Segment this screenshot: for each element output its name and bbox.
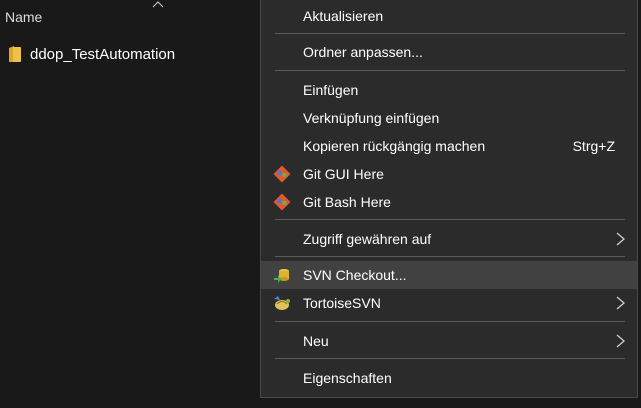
menu-item-git-bash-here[interactable]: Git Bash Here: [261, 188, 637, 216]
menu-item-label: SVN Checkout...: [303, 267, 407, 283]
menu-item-label: Zugriff gewähren auf: [303, 231, 432, 247]
column-header-name: Name: [5, 9, 43, 25]
menu-separator: [275, 70, 625, 71]
menu-separator: [275, 219, 625, 220]
menu-item-label: Ordner anpassen...: [303, 44, 423, 60]
menu-item-einfuegen[interactable]: Einfügen: [261, 76, 637, 104]
menu-item-label: Verknüpfung einfügen: [303, 110, 440, 126]
svn-checkout-icon: [274, 269, 289, 283]
menu-separator: [275, 256, 625, 257]
column-header[interactable]: Name: [0, 0, 260, 34]
menu-item-label: Neu: [303, 333, 329, 349]
git-gui-icon: [273, 165, 291, 183]
menu-separator: [275, 358, 625, 359]
menu-item-git-gui-here[interactable]: Git GUI Here: [261, 160, 637, 188]
menu-item-label: Git Bash Here: [303, 194, 391, 210]
menu-item-aktualisieren[interactable]: Aktualisieren: [261, 2, 637, 30]
menu-item-kopieren-rueckgaengig[interactable]: Kopieren rückgängig machen Strg+Z: [261, 132, 637, 160]
menu-separator: [275, 321, 625, 322]
file-name: ddop_TestAutomation: [30, 46, 176, 63]
chevron-right-icon: [616, 232, 625, 246]
menu-item-neu[interactable]: Neu: [261, 327, 637, 355]
menu-item-label: Eigenschaften: [303, 370, 392, 386]
menu-item-label: Einfügen: [303, 82, 359, 98]
menu-item-svn-checkout[interactable]: SVN Checkout...: [261, 261, 637, 289]
menu-item-ordner-anpassen[interactable]: Ordner anpassen...: [261, 38, 637, 66]
menu-item-verknuepfung-einfuegen[interactable]: Verknüpfung einfügen: [261, 104, 637, 132]
menu-item-label: Kopieren rückgängig machen: [303, 138, 486, 154]
menu-item-shortcut: Strg+Z: [572, 138, 615, 154]
tortoisesvn-icon: [274, 296, 290, 310]
menu-item-label: Aktualisieren: [303, 8, 384, 24]
menu-item-eigenschaften[interactable]: Eigenschaften: [261, 364, 637, 392]
menu-item-tortoisesvn[interactable]: TortoiseSVN: [261, 289, 637, 317]
folder-icon: [9, 46, 21, 62]
git-bash-icon: [273, 193, 291, 211]
menu-separator: [275, 33, 625, 34]
chevron-right-icon: [616, 296, 625, 310]
menu-item-label: Git GUI Here: [303, 166, 384, 182]
menu-item-zugriff-gewaehren[interactable]: Zugriff gewähren auf: [261, 225, 637, 253]
chevron-right-icon: [616, 334, 625, 348]
sort-ascending-icon: [152, 1, 164, 8]
file-explorer: Name ddop_TestAutomation Aktualisieren O…: [0, 0, 641, 408]
file-list-item[interactable]: ddop_TestAutomation: [0, 42, 255, 66]
context-menu: Aktualisieren Ordner anpassen... Einfüge…: [260, 0, 638, 398]
menu-item-label: TortoiseSVN: [303, 295, 381, 311]
